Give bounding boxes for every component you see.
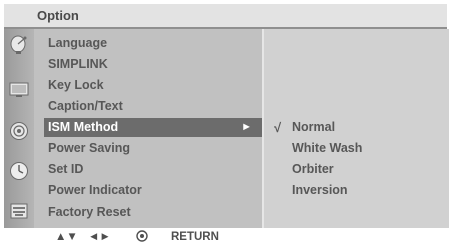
submenu-arrow-icon: ►: [241, 121, 252, 133]
menu-item-factory-reset[interactable]: Factory Reset: [34, 203, 262, 222]
menu-title-bar: Option: [4, 4, 447, 29]
clock-icon[interactable]: [9, 161, 29, 181]
menu-item-caption-text[interactable]: Caption/Text: [34, 97, 262, 116]
menu-item-label: Caption/Text: [48, 99, 123, 113]
up-down-arrows-icon: ▲▼: [55, 231, 78, 243]
navigation-hint-bar: ▲▼ ◄► RETURN: [0, 228, 451, 246]
return-label: RETURN: [171, 231, 219, 243]
submenu-item-inversion[interactable]: Inversion: [264, 181, 449, 200]
option-menu-window: Option Language SIMPLINK Key Lock Captio…: [4, 4, 449, 228]
menu-item-simplink[interactable]: SIMPLINK: [34, 55, 262, 74]
submenu-item-normal[interactable]: √ Normal: [264, 118, 449, 137]
ok-select-icon: [136, 230, 148, 242]
menu-item-set-id[interactable]: Set ID: [34, 160, 262, 179]
menu-item-ism-method[interactable]: ISM Method ►: [44, 118, 264, 137]
submenu-item-label: Inversion: [292, 183, 348, 197]
keyboard-lock-icon[interactable]: [9, 201, 29, 221]
menu-item-label: Key Lock: [48, 78, 104, 92]
menu-icon-sidebar: [4, 29, 34, 228]
submenu-item-label: Normal: [292, 120, 336, 134]
menu-item-label: Language: [48, 36, 108, 50]
tv-osd-screen: Option Language SIMPLINK Key Lock Captio…: [0, 0, 451, 246]
submenu-item-label: Orbiter: [292, 162, 334, 176]
check-mark-icon: √: [274, 120, 282, 135]
submenu-item-orbiter[interactable]: Orbiter: [264, 160, 449, 179]
menu-item-label: SIMPLINK: [48, 57, 108, 71]
submenu-item-label: White Wash: [292, 141, 363, 155]
menu-item-label: Factory Reset: [48, 205, 131, 219]
ism-method-submenu: √ Normal White Wash Orbiter Inversion: [262, 29, 449, 228]
menu-item-key-lock[interactable]: Key Lock: [34, 76, 262, 95]
satellite-dish-icon[interactable]: [9, 35, 29, 55]
menu-item-power-saving[interactable]: Power Saving: [34, 139, 262, 158]
menu-item-label: Power Saving: [48, 141, 130, 155]
menu-title: Option: [37, 8, 79, 23]
tv-picture-icon[interactable]: [9, 79, 29, 99]
menu-item-language[interactable]: Language: [34, 34, 262, 53]
menu-item-power-indicator[interactable]: Power Indicator: [34, 181, 262, 200]
menu-item-label: Power Indicator: [48, 183, 142, 197]
submenu-item-white-wash[interactable]: White Wash: [264, 139, 449, 158]
menu-item-label: ISM Method: [48, 120, 119, 134]
menu-item-label: Set ID: [48, 162, 84, 176]
left-right-arrows-icon: ◄►: [88, 231, 111, 243]
option-menu-list: Language SIMPLINK Key Lock Caption/Text …: [34, 29, 264, 228]
speaker-icon[interactable]: [9, 121, 29, 141]
